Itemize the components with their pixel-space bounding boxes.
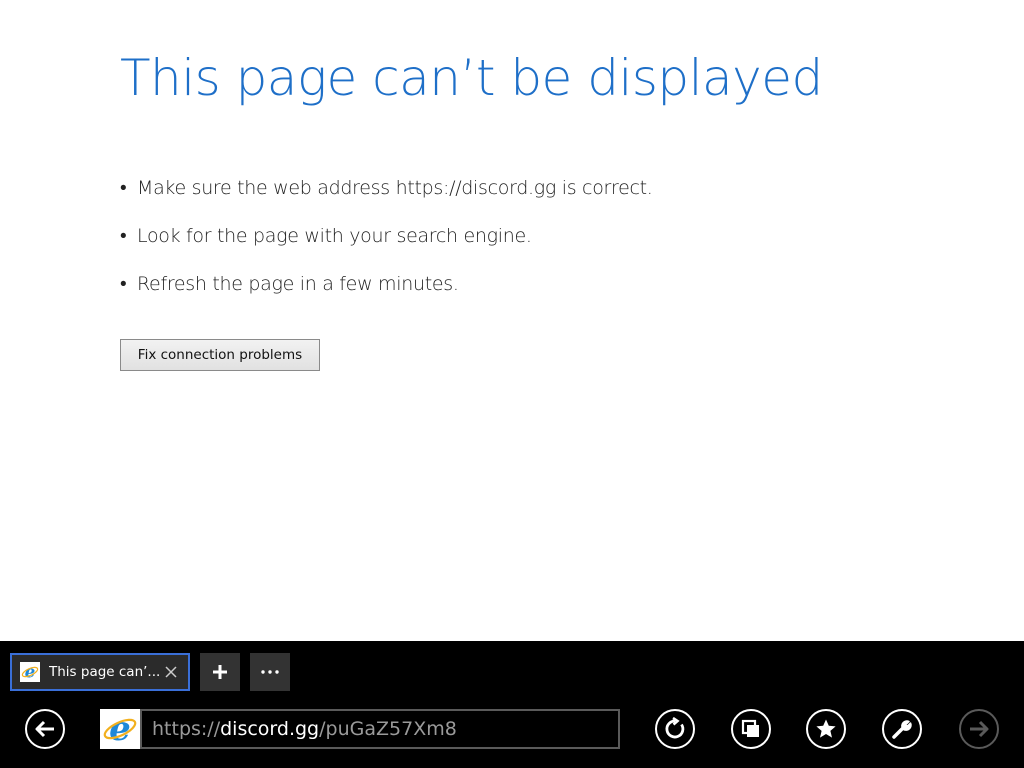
ellipsis-icon bbox=[261, 670, 279, 674]
tab-title: This page can’... bbox=[49, 664, 159, 680]
star-icon bbox=[816, 719, 836, 738]
error-page: This page can’t be displayed • Make sure … bbox=[0, 0, 1024, 641]
bullet: • bbox=[120, 177, 127, 199]
list-item: • Refresh the page in a few minutes. bbox=[120, 268, 653, 316]
url-input[interactable]: https://discord.gg/puGaZ57Xm8 bbox=[140, 709, 620, 749]
tab-tools-button[interactable] bbox=[250, 653, 290, 691]
plus-icon bbox=[213, 665, 227, 679]
address-bar: e https://discord.gg/puGaZ57Xm8 bbox=[100, 709, 620, 749]
tabs-icon bbox=[741, 719, 759, 737]
tip-text: Make sure the web address https://discor… bbox=[137, 177, 653, 199]
page-title: This page can’t be displayed bbox=[120, 49, 823, 107]
tools-button[interactable] bbox=[882, 709, 922, 749]
svg-text:e: e bbox=[109, 711, 131, 747]
url-domain: discord.gg bbox=[220, 718, 320, 740]
bullet: • bbox=[120, 225, 127, 247]
ie-logo-icon: e bbox=[20, 662, 40, 682]
refresh-button[interactable] bbox=[655, 709, 695, 749]
close-icon[interactable] bbox=[163, 664, 179, 680]
favorites-button[interactable] bbox=[806, 709, 846, 749]
new-tab-button[interactable] bbox=[200, 653, 240, 691]
bullet: • bbox=[120, 273, 127, 295]
forward-arrow-icon bbox=[970, 720, 989, 738]
troubleshooting-list: • Make sure the web address https://disco… bbox=[120, 172, 653, 316]
refresh-icon bbox=[665, 717, 685, 739]
back-arrow-icon bbox=[35, 720, 54, 738]
list-item: • Make sure the web address https://disco… bbox=[120, 172, 653, 220]
tip-text: Look for the page with your search engin… bbox=[137, 225, 532, 247]
page-tools-button[interactable] bbox=[731, 709, 771, 749]
svg-text:e: e bbox=[25, 663, 36, 681]
wrench-icon bbox=[892, 720, 912, 739]
tab-active[interactable]: e This page can’... bbox=[10, 653, 190, 691]
forward-button[interactable] bbox=[959, 709, 999, 749]
back-button[interactable] bbox=[25, 709, 65, 749]
url-prefix: https:// bbox=[152, 718, 221, 740]
url-path: /puGaZ57Xm8 bbox=[319, 718, 457, 740]
tip-text: Refresh the page in a few minutes. bbox=[137, 273, 459, 295]
ie-logo-icon: e bbox=[100, 709, 140, 749]
list-item: • Look for the page with your search engi… bbox=[120, 220, 653, 268]
fix-connection-problems-button[interactable]: Fix connection problems bbox=[120, 339, 320, 371]
